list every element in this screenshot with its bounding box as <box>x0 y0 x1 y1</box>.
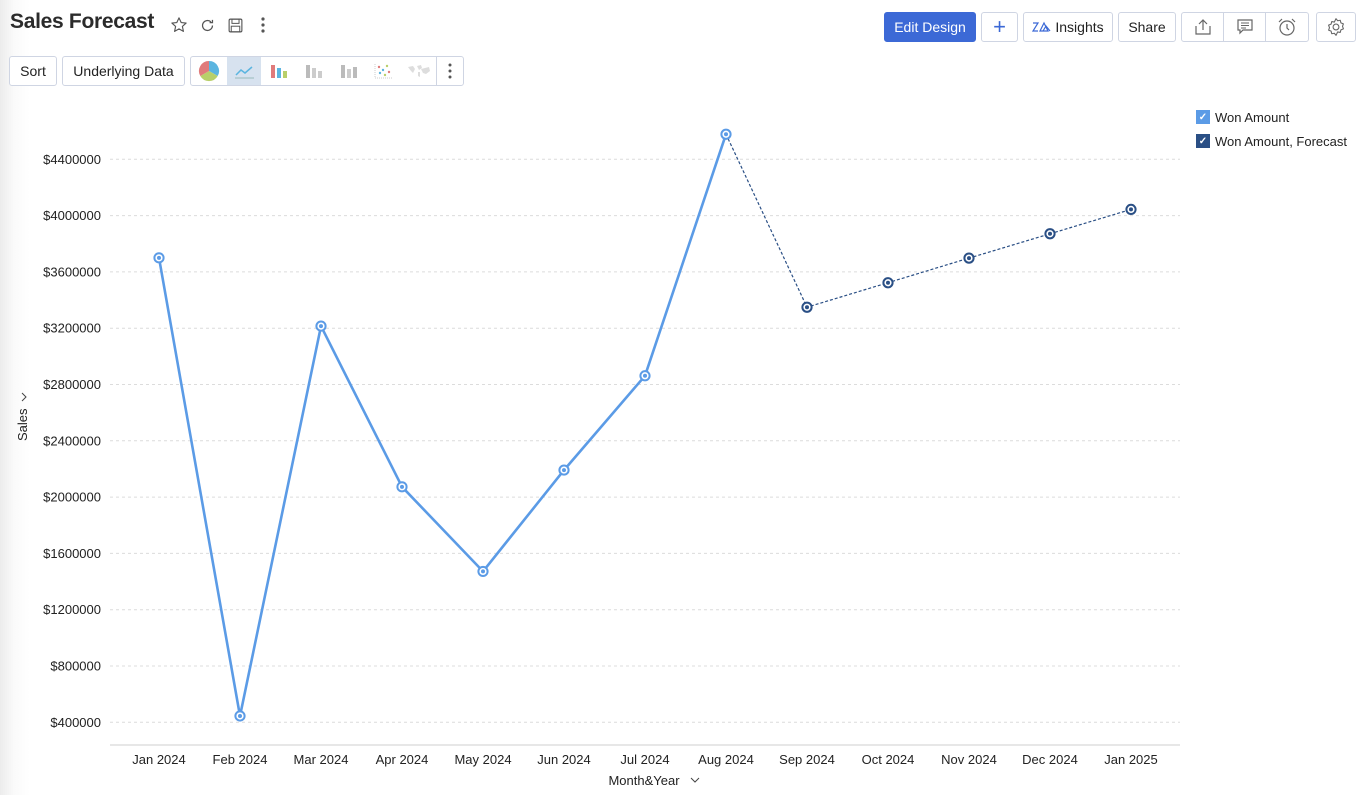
x-tick-label: Feb 2024 <box>213 752 268 767</box>
y-tick-label: $3600000 <box>43 264 101 279</box>
data-point-dot <box>1129 207 1133 212</box>
y-tick-label: $800000 <box>50 659 101 674</box>
x-tick-label: Dec 2024 <box>1022 752 1078 767</box>
data-point-dot <box>319 324 323 329</box>
data-point-dot <box>400 484 404 489</box>
data-point-dot <box>805 305 809 310</box>
data-point[interactable] <box>558 464 570 476</box>
y-tick-label: $3200000 <box>43 321 101 336</box>
data-point[interactable] <box>396 481 408 493</box>
x-tick-label: Jun 2024 <box>537 752 591 767</box>
data-point[interactable] <box>720 128 732 140</box>
y-tick-label: $1200000 <box>43 602 101 617</box>
x-tick-label: Aug 2024 <box>698 752 754 767</box>
chevron-down-icon[interactable] <box>690 777 700 783</box>
gridlines <box>110 158 1180 723</box>
x-tick-label: Oct 2024 <box>862 752 915 767</box>
y-tick-label: $4400000 <box>43 152 101 167</box>
data-point[interactable] <box>801 301 813 313</box>
data-point-dot <box>643 373 647 378</box>
line-chart: $400000 $800000 $1200000 $1600000 $2000000 $2… <box>15 128 1180 788</box>
data-point[interactable] <box>1125 203 1137 216</box>
data-point[interactable] <box>639 370 651 382</box>
data-point-dot <box>967 256 971 261</box>
data-point[interactable] <box>963 252 975 264</box>
y-tick-label: $4000000 <box>43 208 101 223</box>
x-tick-label: Jan 2025 <box>1104 752 1158 767</box>
x-axis-ticks: Jan 2024 Feb 2024 Mar 2024 Apr 2024 May 2024… <box>132 752 1158 767</box>
x-tick-label: Nov 2024 <box>941 752 997 767</box>
y-tick-label: $2800000 <box>43 377 101 392</box>
series-line-forecast <box>725 133 1132 308</box>
x-tick-label: Sep 2024 <box>779 752 835 767</box>
y-tick-label: $1600000 <box>43 546 101 561</box>
data-point[interactable] <box>882 277 894 289</box>
y-tick-label: $2400000 <box>43 433 101 448</box>
y-axis-ticks: $400000 $800000 $1200000 $1600000 $2000000 $2… <box>43 152 101 730</box>
x-tick-label: Jan 2024 <box>132 752 186 767</box>
data-point-dot <box>1048 231 1052 236</box>
data-point[interactable] <box>153 252 165 264</box>
x-axis-label[interactable]: Month&Year <box>608 773 680 788</box>
y-tick-label: $400000 <box>50 715 101 730</box>
x-tick-label: May 2024 <box>454 752 511 767</box>
series-line-won-amount <box>157 133 728 718</box>
data-point-dot <box>481 569 485 574</box>
data-point[interactable] <box>234 710 246 722</box>
x-tick-label: Apr 2024 <box>376 752 429 767</box>
data-point-dot <box>238 713 242 718</box>
data-point-dot <box>157 255 161 260</box>
data-point[interactable] <box>1044 228 1056 240</box>
series-group <box>153 128 1137 722</box>
data-point-dot <box>562 468 566 473</box>
chevron-right-icon[interactable] <box>21 392 27 402</box>
y-axis-label[interactable]: Sales <box>15 408 30 441</box>
data-point[interactable] <box>315 320 327 332</box>
data-point[interactable] <box>477 565 489 578</box>
x-tick-label: Jul 2024 <box>620 752 669 767</box>
y-tick-label: $2000000 <box>43 490 101 505</box>
data-point-dot <box>886 280 890 285</box>
x-tick-label: Mar 2024 <box>294 752 349 767</box>
data-point-dot <box>724 132 728 137</box>
